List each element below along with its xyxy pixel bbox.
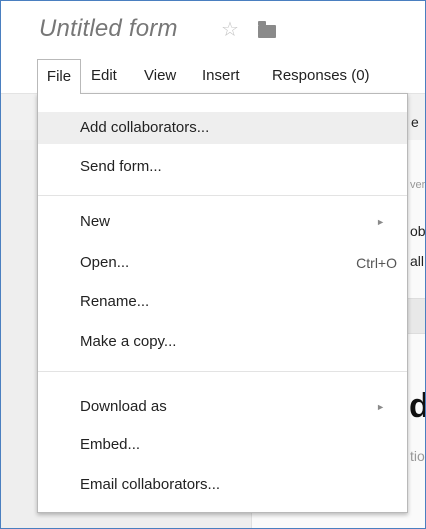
background-fragment-d: d xyxy=(409,387,425,426)
menu-item-email-collaborators[interactable]: Email collaborators... xyxy=(38,469,407,501)
menu-view[interactable]: View xyxy=(144,59,176,93)
menu-item-label: Send form... xyxy=(80,158,162,175)
app-window: Untitled form ☆ File Edit View Insert Re… xyxy=(0,0,426,529)
menu-insert[interactable]: Insert xyxy=(202,59,240,93)
menu-separator xyxy=(38,195,407,196)
menu-item-make-copy[interactable]: Make a copy... xyxy=(38,326,407,358)
menu-item-download-as[interactable]: Download as ► xyxy=(38,391,407,423)
menu-item-rename[interactable]: Rename... xyxy=(38,286,407,318)
menu-item-label: New xyxy=(80,213,111,230)
shortcut-hint: Ctrl+O xyxy=(356,255,397,271)
menu-item-open[interactable]: Open... Ctrl+O xyxy=(38,247,407,279)
menu-item-label: Make a copy... xyxy=(80,333,177,350)
submenu-arrow-icon: ► xyxy=(376,217,385,227)
menu-responses[interactable]: Responses (0) xyxy=(272,59,370,93)
menu-item-label: Add collaborators... xyxy=(80,119,210,136)
menu-bar: File Edit View Insert Responses (0) xyxy=(1,59,425,94)
background-fragment-all: all xyxy=(410,253,425,269)
toolbar-fragment: e xyxy=(411,114,419,130)
star-outline-icon[interactable]: ☆ xyxy=(221,17,239,42)
background-fragment-tio: tio xyxy=(410,448,425,464)
title-bar: Untitled form ☆ xyxy=(1,1,425,59)
file-menu-dropdown: Add collaborators... Send form... New ► … xyxy=(37,93,408,513)
menu-item-embed[interactable]: Embed... xyxy=(38,429,407,461)
menu-item-label: Rename... xyxy=(80,293,150,310)
folder-icon[interactable] xyxy=(258,21,276,38)
menu-item-label: Embed... xyxy=(80,436,141,453)
menu-item-label: Open... xyxy=(80,254,130,271)
menu-item-add-collaborators[interactable]: Add collaborators... xyxy=(38,112,407,144)
menu-item-send-form[interactable]: Send form... xyxy=(38,151,407,183)
background-fragment-ob: ob xyxy=(410,223,426,239)
submenu-arrow-icon: ► xyxy=(376,402,385,412)
menu-item-new[interactable]: New ► xyxy=(38,206,407,238)
menu-file[interactable]: File xyxy=(37,59,81,94)
menu-edit[interactable]: Edit xyxy=(91,59,117,93)
menu-separator xyxy=(38,371,407,372)
menu-item-label: Download as xyxy=(80,398,167,415)
background-fragment-ver: ver xyxy=(410,179,426,191)
menu-item-label: Email collaborators... xyxy=(80,476,221,493)
form-title[interactable]: Untitled form xyxy=(39,15,178,43)
